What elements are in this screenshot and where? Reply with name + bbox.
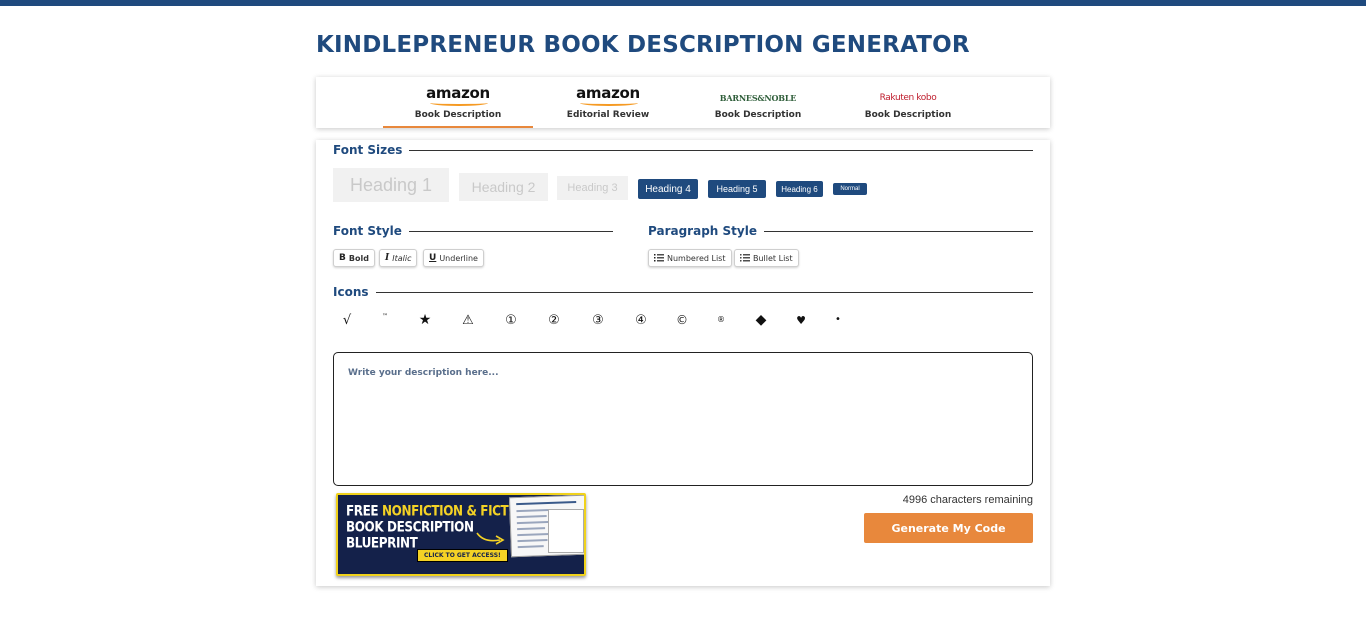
italic-label: Italic bbox=[392, 253, 412, 263]
circled-two-icon[interactable]: ② bbox=[542, 310, 566, 330]
barnes-noble-logo: BARNES&NOBLE bbox=[719, 93, 797, 103]
checkmark-icon[interactable]: √ bbox=[335, 310, 359, 330]
italic-button[interactable]: I Italic bbox=[379, 249, 418, 267]
heading-6-button[interactable]: Heading 6 bbox=[776, 181, 823, 197]
amazon-logo: amazon bbox=[426, 81, 490, 106]
diamond-icon[interactable]: ◆ bbox=[749, 310, 773, 330]
tab-label: Book Description bbox=[864, 110, 952, 120]
divider bbox=[408, 230, 613, 232]
banner-cta: CLICK TO GET ACCESS! bbox=[417, 549, 508, 562]
banner-line-3: BLUEPRINT bbox=[346, 535, 418, 552]
normal-size-button[interactable]: Normal bbox=[833, 183, 867, 195]
tab-amazon-editorial-review[interactable]: amazon Editorial Review bbox=[533, 77, 683, 128]
underline-icon: U bbox=[429, 253, 437, 263]
tab-label: Book Description bbox=[714, 110, 802, 120]
platform-tabs: amazon Book Description amazon Editorial… bbox=[316, 77, 1050, 128]
paragraph-style-heading: Paragraph Style bbox=[648, 224, 1033, 238]
arrow-icon bbox=[476, 532, 505, 545]
divider bbox=[409, 149, 1033, 151]
section-label: Font Style bbox=[333, 224, 402, 238]
tab-kobo-book-description[interactable]: Rakuten kobo Book Description bbox=[833, 77, 983, 128]
bullet-list-button[interactable]: Bullet List bbox=[734, 249, 799, 267]
kobo-logo: Rakuten kobo bbox=[879, 93, 937, 103]
divider bbox=[375, 291, 1033, 293]
circled-three-icon[interactable]: ③ bbox=[586, 310, 610, 330]
circled-one-icon[interactable]: ① bbox=[499, 310, 523, 330]
blueprint-promo-banner[interactable]: FREE NONFICTION & FICTION BOOK DESCRIPTI… bbox=[336, 493, 586, 576]
italic-icon: I bbox=[385, 253, 390, 263]
heading-5-button[interactable]: Heading 5 bbox=[708, 180, 766, 198]
bold-label: Bold bbox=[348, 253, 369, 263]
tab-label: Book Description bbox=[414, 110, 502, 120]
page-title: KINDLEPRENEUR BOOK DESCRIPTION GENERATOR bbox=[316, 32, 970, 58]
top-accent-bar bbox=[0, 0, 1366, 6]
font-sizes-heading: Font Sizes bbox=[333, 143, 1033, 157]
heading-4-button[interactable]: Heading 4 bbox=[638, 179, 698, 199]
amazon-logo: amazon bbox=[576, 81, 640, 106]
numbered-list-button[interactable]: Numbered List bbox=[648, 249, 732, 267]
generate-code-button[interactable]: Generate My Code bbox=[864, 513, 1033, 543]
description-input[interactable] bbox=[333, 352, 1033, 486]
divider bbox=[763, 230, 1033, 232]
copyright-icon[interactable]: © bbox=[670, 310, 694, 330]
tab-barnes-noble-book-description[interactable]: BARNES&NOBLE Book Description bbox=[683, 77, 833, 128]
heading-3-button[interactable]: Heading 3 bbox=[557, 176, 628, 200]
bold-button[interactable]: B Bold bbox=[333, 249, 375, 267]
star-icon[interactable]: ★ bbox=[413, 310, 437, 330]
tab-amazon-book-description[interactable]: amazon Book Description bbox=[383, 77, 533, 128]
trademark-icon[interactable]: ™ bbox=[373, 310, 397, 330]
icons-heading: Icons bbox=[333, 285, 1033, 299]
numbered-list-label: Numbered List bbox=[667, 253, 726, 263]
heading-1-button[interactable]: Heading 1 bbox=[333, 168, 449, 202]
registered-icon[interactable]: ® bbox=[709, 310, 733, 330]
heart-icon[interactable]: ♥ bbox=[789, 310, 813, 330]
editor-panel: Font Sizes Heading 1 Heading 2 Heading 3… bbox=[316, 140, 1050, 586]
section-label: Paragraph Style bbox=[648, 224, 757, 238]
banner-line-1: FREE NONFICTION & FICTION bbox=[346, 503, 532, 520]
underline-label: Underline bbox=[439, 253, 478, 263]
font-style-heading: Font Style bbox=[333, 224, 613, 238]
section-label: Font Sizes bbox=[333, 143, 403, 157]
tab-label: Editorial Review bbox=[566, 110, 650, 120]
warning-icon[interactable]: ⚠ bbox=[456, 310, 480, 330]
underline-button[interactable]: U Underline bbox=[423, 249, 484, 267]
heading-2-button[interactable]: Heading 2 bbox=[459, 173, 548, 201]
banner-line-2: BOOK DESCRIPTION bbox=[346, 519, 474, 536]
bold-icon: B bbox=[339, 253, 346, 263]
characters-remaining: 4996 characters remaining bbox=[902, 494, 1033, 506]
section-label: Icons bbox=[333, 285, 369, 299]
blueprint-document-image bbox=[548, 509, 584, 553]
bullet-list-icon bbox=[740, 254, 750, 262]
numbered-list-icon bbox=[654, 254, 664, 262]
bullet-icon[interactable]: • bbox=[826, 310, 850, 330]
circled-four-icon[interactable]: ④ bbox=[629, 310, 653, 330]
bullet-list-label: Bullet List bbox=[753, 253, 793, 263]
